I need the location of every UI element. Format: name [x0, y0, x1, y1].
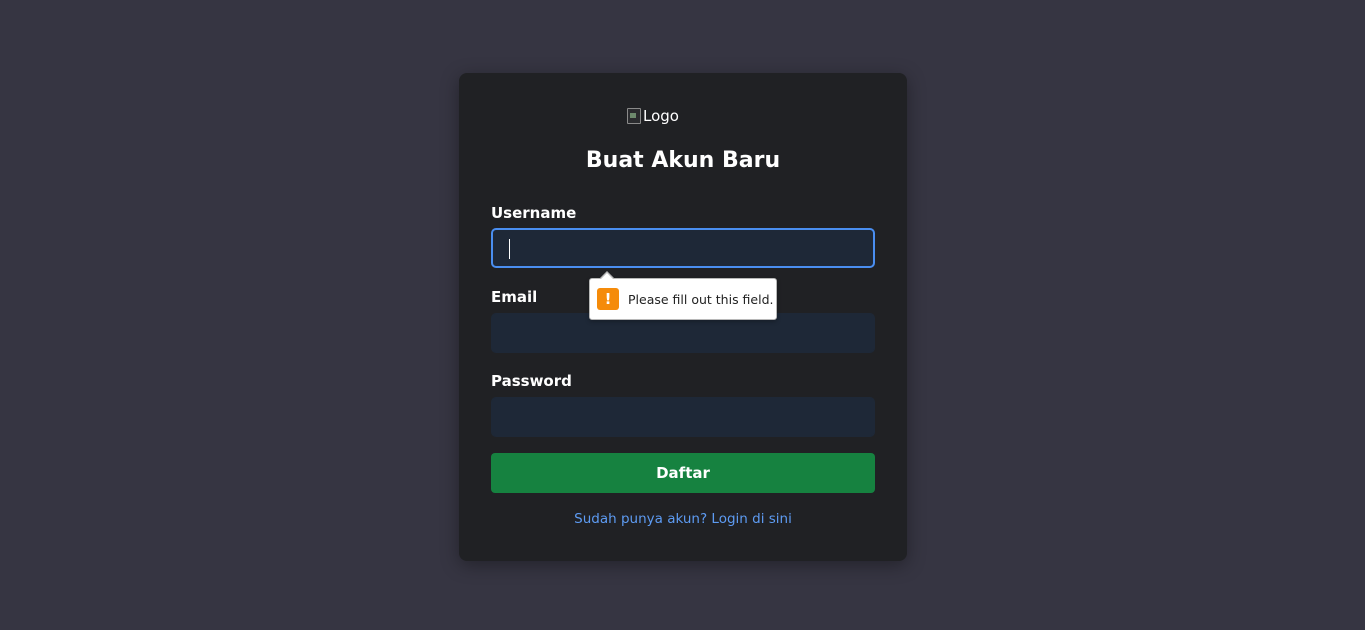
login-link[interactable]: Sudah punya akun? Login di sini — [459, 511, 907, 527]
page-title: Buat Akun Baru — [585, 148, 781, 173]
register-button[interactable]: Daftar — [491, 453, 875, 493]
logo-alt-text: Logo — [643, 107, 679, 125]
logo-image: Logo — [627, 106, 679, 126]
email-label: Email — [491, 288, 538, 306]
broken-image-icon — [627, 108, 641, 124]
login-link-text[interactable]: Sudah punya akun? Login di sini — [574, 511, 792, 527]
validation-message: Please fill out this field. — [628, 291, 774, 307]
text-caret — [509, 239, 510, 259]
username-label: Username — [491, 204, 577, 222]
username-input[interactable] — [491, 228, 875, 268]
warning-icon: ! — [597, 288, 619, 310]
validation-tooltip: ! Please fill out this field. — [589, 271, 777, 320]
password-input[interactable] — [491, 397, 875, 437]
password-label: Password — [491, 372, 572, 390]
